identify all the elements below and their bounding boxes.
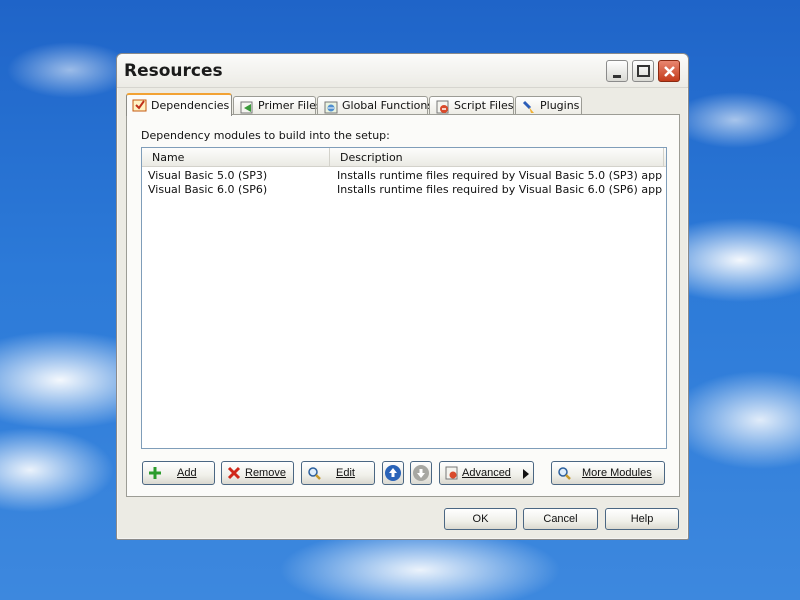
tab-script-files[interactable]: Script Files	[429, 96, 514, 115]
close-button[interactable]	[658, 60, 680, 82]
submenu-arrow-icon	[523, 469, 529, 479]
maximize-icon	[637, 65, 650, 77]
table-row[interactable]: Visual Basic 5.0 (SP3) Installs runtime …	[142, 169, 666, 183]
remove-button-label: Remove	[245, 467, 286, 479]
title-bar[interactable]: Resources	[117, 54, 688, 88]
arrow-down-icon	[413, 465, 429, 481]
table-row[interactable]: Visual Basic 6.0 (SP6) Installs runtime …	[142, 183, 666, 197]
plugins-icon	[522, 100, 534, 113]
ok-button[interactable]: OK	[444, 508, 517, 530]
dependencies-panel: Dependency modules to build into the set…	[126, 114, 680, 497]
tab-plugins[interactable]: Plugins	[515, 96, 582, 115]
tab-dependencies-label: Dependencies	[151, 99, 230, 112]
tab-dependencies[interactable]: Dependencies	[126, 93, 232, 116]
add-button-label: Add	[177, 467, 197, 479]
resources-dialog: Resources Dependencies Primer Files Glob…	[116, 53, 689, 540]
dependencies-caption: Dependency modules to build into the set…	[141, 129, 390, 142]
help-button-label: Help	[630, 513, 654, 525]
row-name: Visual Basic 6.0 (SP6)	[148, 183, 268, 196]
tab-global-functions[interactable]: Global Functions	[317, 96, 433, 115]
list-header: Name Description	[142, 148, 666, 167]
remove-icon	[227, 466, 241, 480]
ok-button-label: OK	[472, 513, 489, 525]
primer-files-icon	[240, 101, 253, 114]
script-files-icon	[436, 100, 449, 114]
column-header-name[interactable]: Name	[142, 148, 330, 167]
row-name: Visual Basic 5.0 (SP3)	[148, 169, 268, 182]
dependencies-list[interactable]: Name Description Visual Basic 5.0 (SP3) …	[141, 147, 667, 449]
maximize-button[interactable]	[632, 60, 654, 82]
remove-button[interactable]: Remove	[221, 461, 294, 485]
arrow-up-icon	[385, 465, 401, 481]
advanced-icon	[445, 466, 458, 480]
tab-global-functions-label: Global Functions	[342, 99, 434, 112]
edit-button[interactable]: Edit	[301, 461, 375, 485]
tab-plugins-label: Plugins	[540, 99, 580, 112]
more-modules-button[interactable]: More Modules	[551, 461, 665, 485]
dependencies-icon	[132, 99, 147, 112]
advanced-button[interactable]: Advanced	[439, 461, 534, 485]
advanced-button-label: Advanced	[462, 467, 511, 479]
column-header-description[interactable]: Description	[330, 148, 664, 167]
global-functions-icon	[324, 101, 338, 114]
row-description: Installs runtime files required by Visua…	[337, 169, 663, 182]
cancel-button[interactable]: Cancel	[523, 508, 598, 530]
add-button[interactable]: Add	[142, 461, 215, 485]
row-description: Installs runtime files required by Visua…	[337, 183, 663, 196]
minimize-button[interactable]	[606, 60, 628, 82]
more-modules-button-label: More Modules	[582, 467, 652, 479]
move-up-button[interactable]	[382, 461, 404, 485]
more-modules-icon	[558, 467, 571, 480]
close-icon	[664, 66, 675, 77]
tab-script-files-label: Script Files	[454, 99, 514, 112]
plus-icon	[149, 467, 161, 479]
move-down-button[interactable]	[410, 461, 432, 485]
tab-primer-files[interactable]: Primer Files	[233, 96, 322, 115]
window-title: Resources	[124, 61, 223, 81]
edit-button-label: Edit	[336, 467, 355, 479]
minimize-icon	[613, 75, 621, 78]
tab-primer-files-label: Primer Files	[258, 99, 322, 112]
help-button[interactable]: Help	[605, 508, 679, 530]
cancel-button-label: Cancel	[543, 513, 578, 525]
edit-icon	[308, 467, 321, 480]
